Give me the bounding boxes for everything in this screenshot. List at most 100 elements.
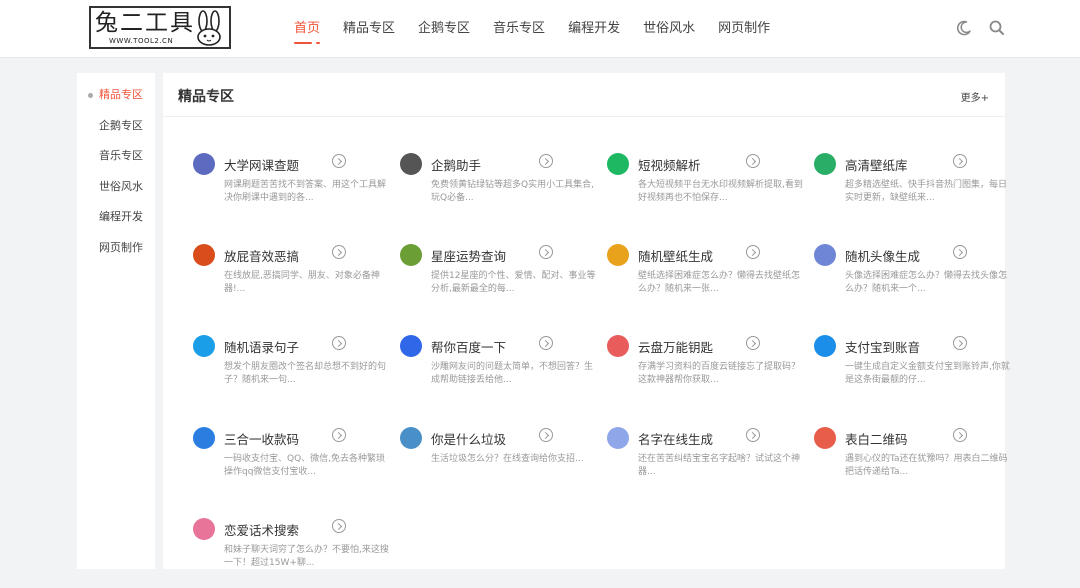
tool-card-description: 还在苦苦纠结宝宝名字起啥？试试这个神器... (638, 454, 801, 477)
tool-card-title: 名字在线生成 (638, 432, 714, 447)
fart-icon (193, 244, 215, 266)
chevron-right-icon[interactable] (332, 336, 346, 350)
logo-subtitle: WWW.TOOL2.CN (109, 37, 174, 45)
sidebar-item-music[interactable]: 音乐专区 (77, 148, 155, 179)
tool-card[interactable]: 随机头像生成头像选择困难症怎么办？懒得去找头像怎么办？随机来一个... (814, 244, 1007, 314)
tool-card-description: 一码收支付宝、QQ、微信,免去各种繁琐操作qq微信支付宝收... (224, 454, 386, 477)
qr-scan-icon (193, 427, 215, 449)
chevron-right-icon[interactable] (746, 245, 760, 259)
tool-card-description: 免费领黄钻绿钻等超多Q实用小工具集合,玩Q必备... (431, 180, 594, 203)
tool-card-title: 短视频解析 (638, 158, 701, 173)
tool-card[interactable]: 表白二维码遇到心仪的Ta还在犹豫吗？用表白二维码把话传递给Ta... (814, 427, 1008, 497)
header: 兔二工具 WWW.TOOL2.CN 首页 精品专区 企鹅专区 音乐专区 编程开发… (0, 0, 1080, 58)
tool-card-title: 随机头像生成 (845, 249, 921, 264)
tool-card-title: 放屁音效恶搞 (224, 249, 300, 264)
more-link[interactable]: 更多+ (961, 89, 989, 104)
chevron-right-icon[interactable] (539, 245, 553, 259)
tool-card[interactable]: 短视频解析各大短视频平台无水印视频解析提取,看到好视频再也不怕保存... (607, 153, 803, 223)
chevron-right-icon[interactable] (332, 154, 346, 168)
tool-card[interactable]: 高清壁纸库 超多精选壁纸、快手抖音热门图集，每日实时更新，缺壁纸来... (814, 153, 1007, 223)
tool-card-title: 随机壁纸生成 (638, 249, 714, 264)
tool-card-title: 企鹅助手 (431, 158, 482, 173)
tool-card[interactable]: 企鹅助手免费领黄钻绿钻等超多Q实用小工具集合,玩Q必备... (400, 153, 594, 223)
tool-card-description: 想发个朋友圈改个签名却总想不到好的句子？随机来一句... (224, 362, 387, 385)
nav-item-home[interactable]: 首页 (294, 0, 321, 58)
section-header: 精品专区 更多+ (163, 73, 1005, 117)
tool-card[interactable]: 三合一收款码一码收支付宝、QQ、微信,免去各种繁琐操作qq微信支付宝收... (193, 427, 385, 497)
tool-card-title: 三合一收款码 (224, 432, 300, 447)
tool-card[interactable]: 支付宝到账音一键生成自定义金额支付宝到账铃声,你就是这条街最靓的仔... (814, 335, 1010, 405)
moon-icon[interactable] (955, 19, 973, 37)
tool-card-description: 网课刷题苦苦找不到答案、用这个工具解决你刷课中遇到的各... (224, 180, 387, 203)
tool-card-title: 高清壁纸库 (845, 158, 908, 173)
video-play-icon (607, 153, 629, 175)
tool-card-title: 云盘万能钥匙 (638, 340, 714, 355)
nav-item-programming[interactable]: 编程开发 (568, 0, 620, 58)
chevron-right-icon[interactable] (953, 154, 967, 168)
picture-icon (814, 153, 836, 175)
avatar-icon (814, 244, 836, 266)
main-nav: 首页 精品专区 企鹅专区 音乐专区 编程开发 世俗风水 网页制作 (294, 0, 793, 58)
tool-card[interactable]: 云盘万能钥匙 存满学习资料的百度云链接忘了提取码？这款神器帮你获取... (607, 335, 800, 405)
tool-card[interactable]: 名字在线生成还在苦苦纠结宝宝名字起啥？试试这个神器... (607, 427, 800, 497)
chevron-right-icon[interactable] (332, 519, 346, 533)
sidebar-item-featured[interactable]: 精品专区 (77, 87, 155, 118)
tool-card-description: 壁纸选择困难症怎么办？懒得去找壁纸怎么办？随机来一张... (638, 271, 801, 294)
sidebar: 精品专区 企鹅专区 音乐专区 世俗风水 编程开发 网页制作 (77, 73, 155, 569)
nav-item-webdesign[interactable]: 网页制作 (718, 0, 770, 58)
sidebar-item-webdesign[interactable]: 网页制作 (77, 240, 155, 271)
nav-item-penguin[interactable]: 企鹅专区 (418, 0, 470, 58)
tool-card[interactable]: 星座运势查询 提供12星座的个性、爱情、配对、事业等分析,最新最全的每... (400, 244, 595, 314)
tool-card-title: 随机语录句子 (224, 340, 300, 355)
chevron-right-icon[interactable] (332, 428, 346, 442)
tool-card-description: 沙雕网友问的问题太简单，不想回答？生成帮助链接丢给他... (431, 362, 594, 385)
tool-card-description: 头像选择困难症怎么办？懒得去找头像怎么办？随机来一个... (845, 271, 1008, 294)
tool-card-title: 大学网课查题 (224, 158, 300, 173)
trash-bin-icon (400, 427, 422, 449)
rabbit-icon (197, 10, 221, 46)
sidebar-item-fengshui[interactable]: 世俗风水 (77, 179, 155, 210)
logo-title: 兔二工具 (95, 10, 195, 36)
chevron-right-icon[interactable] (953, 245, 967, 259)
laptop-icon (193, 153, 215, 175)
baidu-paw-icon (400, 335, 422, 357)
sidebar-item-penguin[interactable]: 企鹅专区 (77, 118, 155, 149)
tool-card[interactable]: 帮你百度一下 沙雕网友问的问题太简单，不想回答？生成帮助链接丢给他... (400, 335, 593, 405)
tool-card[interactable]: 你是什么垃圾生活垃圾怎么分？在线查询给你支招... (400, 427, 590, 497)
color-wheel-icon (607, 244, 629, 266)
qr-code-icon (814, 427, 836, 449)
tool-card[interactable]: 放屁音效恶搞 在线放屁,恶搞同学、朋友、对象必备神器!... (193, 244, 383, 314)
tool-card-title: 星座运势查询 (431, 249, 507, 264)
chevron-right-icon[interactable] (539, 428, 553, 442)
tool-card-description: 一键生成自定义金额支付宝到账铃声,你就是这条街最靓的仔... (845, 362, 1010, 385)
tool-card[interactable]: 随机壁纸生成壁纸选择困难症怎么办？懒得去找壁纸怎么办？随机来一张... (607, 244, 800, 314)
search-icon[interactable] (988, 19, 1006, 37)
heart-chat-icon (193, 518, 215, 540)
chevron-right-icon[interactable] (746, 428, 760, 442)
nav-item-music[interactable]: 音乐专区 (493, 0, 545, 58)
chevron-right-icon[interactable] (746, 154, 760, 168)
section-title: 精品专区 (178, 89, 234, 105)
tool-card-description: 生活垃圾怎么分？在线查询给你支招... (431, 454, 584, 464)
tool-card-title: 表白二维码 (845, 432, 908, 447)
tool-card[interactable]: 随机语录句子想发个朋友圈改个签名却总想不到好的句子？随机来一句... (193, 335, 386, 405)
tool-card[interactable]: 恋爱话术搜索 和妹子聊天词穷了怎么办？不要怕,来这搜一下！超过15W+聊... (193, 518, 389, 588)
chevron-right-icon[interactable] (539, 154, 553, 168)
tool-card[interactable]: 大学网课查题网课刷题苦苦找不到答案、用这个工具解决你刷课中遇到的各... (193, 153, 386, 223)
sidebar-item-programming[interactable]: 编程开发 (77, 209, 155, 240)
chevron-right-icon[interactable] (539, 336, 553, 350)
tool-card-description: 遇到心仪的Ta还在犹豫吗？用表白二维码把话传递给Ta... (845, 454, 1008, 477)
site-logo[interactable]: 兔二工具 WWW.TOOL2.CN (89, 6, 231, 49)
tool-card-title: 支付宝到账音 (845, 340, 921, 355)
user-icon (607, 427, 629, 449)
key-icon (607, 335, 629, 357)
chevron-right-icon[interactable] (953, 336, 967, 350)
nav-item-featured[interactable]: 精品专区 (343, 0, 395, 58)
tool-card-description: 各大短视频平台无水印视频解析提取,看到好视频再也不怕保存... (638, 180, 803, 203)
chevron-right-icon[interactable] (746, 336, 760, 350)
nav-item-fengshui[interactable]: 世俗风水 (643, 0, 695, 58)
main-panel: 精品专区 更多+ 大学网课查题网课刷题苦苦找不到答案、用这个工具解决你刷课中遇到… (163, 73, 1010, 569)
chevron-right-icon[interactable] (332, 245, 346, 259)
chevron-right-icon[interactable] (953, 428, 967, 442)
tool-card-title: 你是什么垃圾 (431, 432, 507, 447)
